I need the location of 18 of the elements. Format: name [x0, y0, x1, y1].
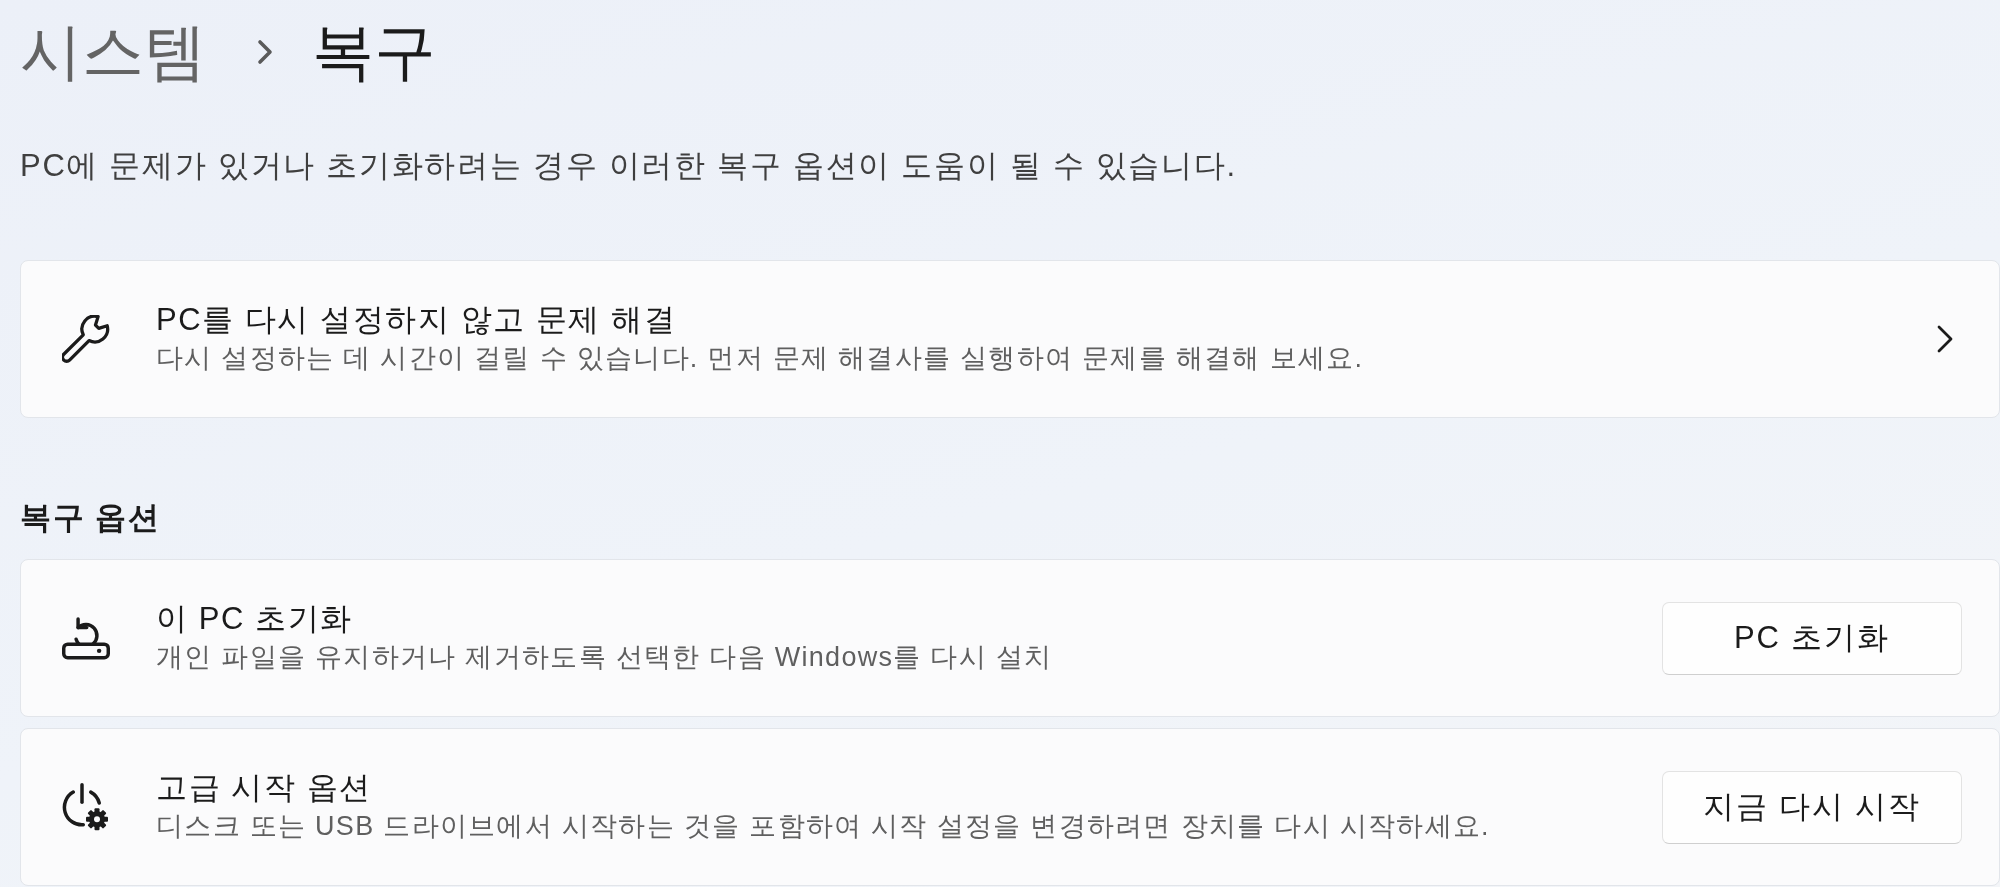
breadcrumb-link[interactable]: 시스템 — [20, 14, 206, 90]
card-title: PC를 다시 설정하지 않고 문제 해결 — [156, 301, 677, 339]
troubleshoot-card[interactable]: PC를 다시 설정하지 않고 문제 해결 다시 설정하는 데 시간이 걸릴 수 있습니다. 먼저 문제 해결사를 실행하여 문제를 해결해 보세요. — [20, 260, 2000, 418]
reset-pc-button[interactable]: PC 초기화 — [1662, 601, 1962, 675]
card-title: 고급 시작 옵션 — [156, 769, 372, 807]
wrench-icon — [62, 315, 110, 363]
restart-now-button[interactable]: 지금 다시 시작 — [1662, 770, 1962, 844]
card-title: 이 PC 초기화 — [156, 600, 353, 638]
power-gear-icon — [62, 783, 110, 831]
page-description: PC에 문제가 있거나 초기화하려는 경우 이러한 복구 옵션이 도움이 될 수 있습니다. — [20, 148, 1237, 184]
chevron-right-icon — [1936, 325, 1954, 353]
section-heading: 복구 옵션 — [20, 500, 161, 536]
card-subtitle: 디스크 또는 USB 드라이브에서 시작하는 것을 포함하여 시작 설정을 변경하려면 장치를 다시 시작하세요. — [156, 810, 1490, 843]
breadcrumb-chevron-icon — [256, 38, 274, 66]
breadcrumb-current: 복구 — [312, 16, 436, 88]
card-subtitle: 다시 설정하는 데 시간이 걸릴 수 있습니다. 먼저 문제 해결사를 실행하여 문제를 해결해 보세요. — [156, 342, 1364, 375]
card-subtitle: 개인 파일을 유지하거나 제거하도록 선택한 다음 Windows를 다시 설치 — [156, 641, 1053, 674]
reset-drive-icon — [62, 614, 110, 662]
